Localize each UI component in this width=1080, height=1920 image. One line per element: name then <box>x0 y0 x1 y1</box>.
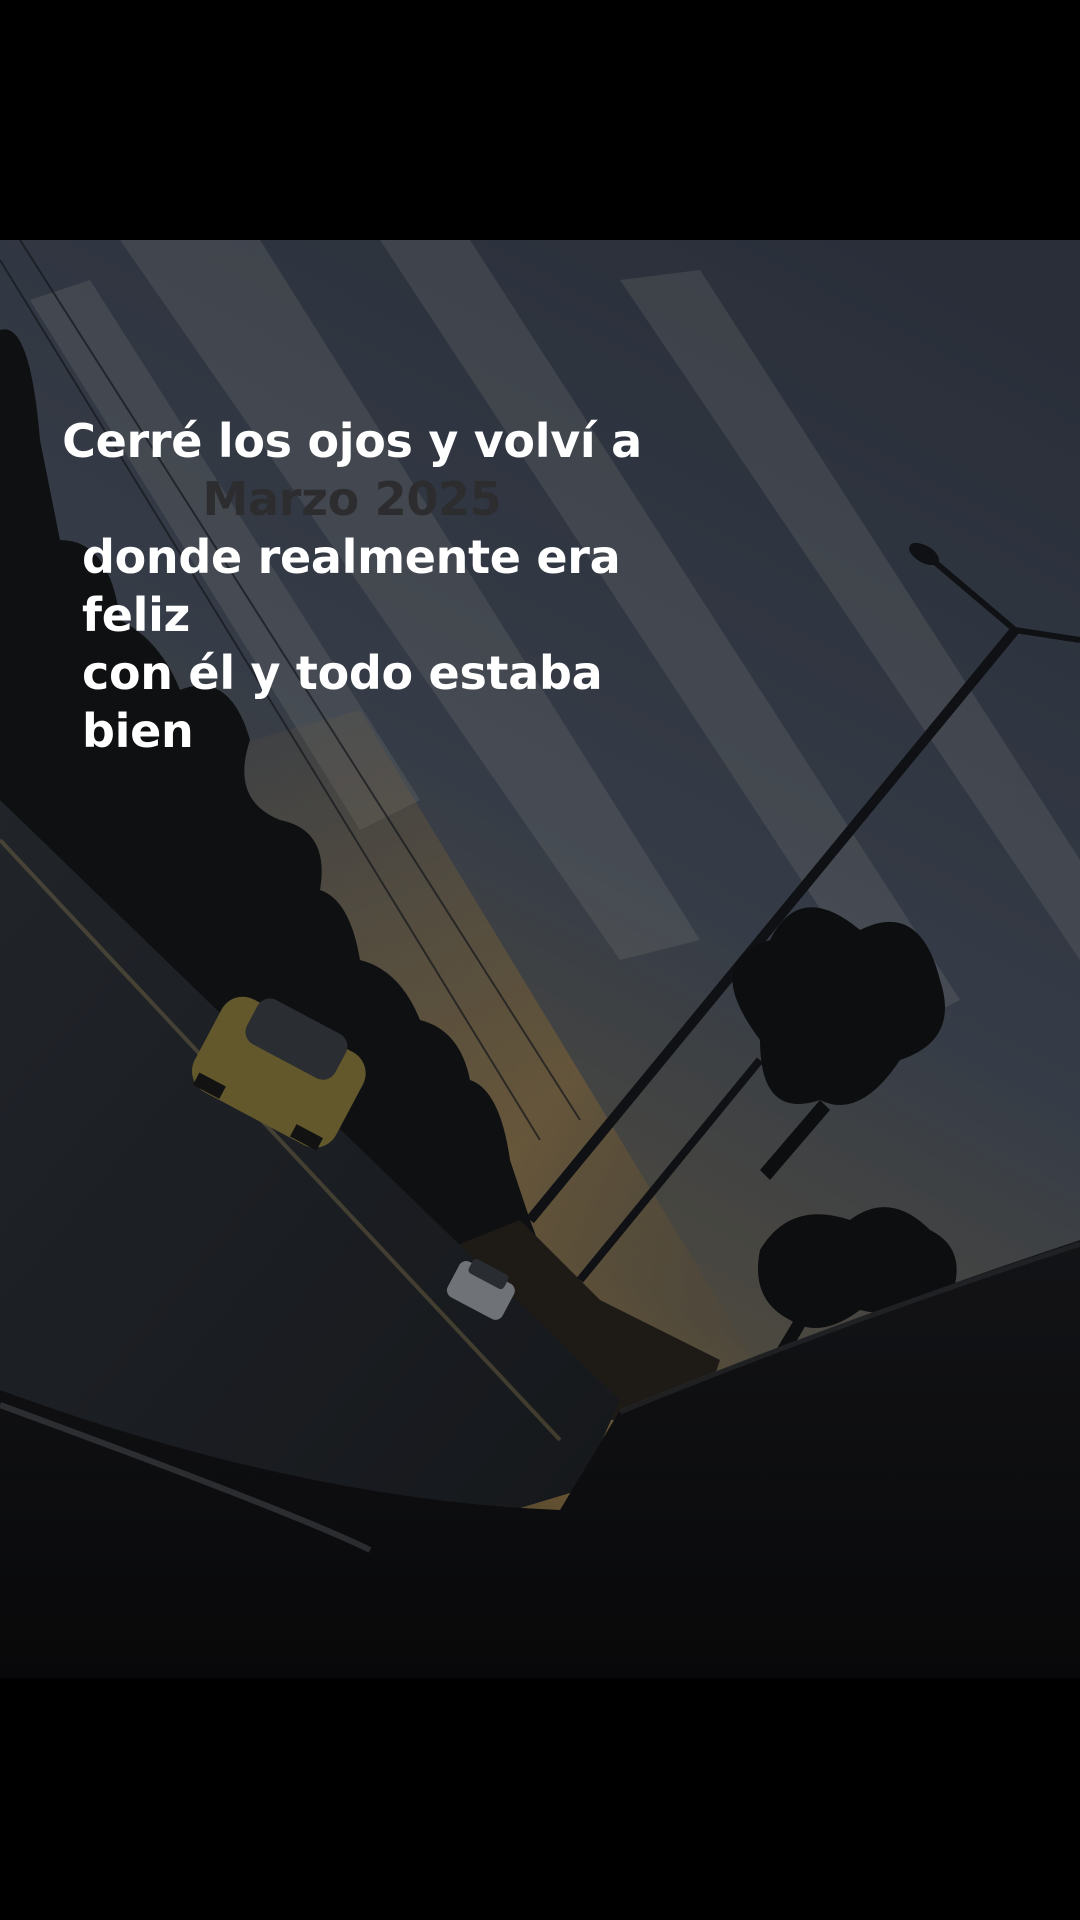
letterbox-bottom <box>0 1678 1080 1920</box>
caption-overlay: Cerré los ojos y volví a Marzo 2025 dond… <box>0 412 704 760</box>
caption-line-3: donde realmente era feliz <box>82 530 621 642</box>
letterbox-top <box>0 0 1080 240</box>
caption-line-1: Cerré los ojos y volví a <box>62 414 642 468</box>
caption-line-4: con él y todo estaba bien <box>82 646 603 758</box>
caption-date: Marzo 2025 <box>202 472 502 526</box>
video-frame: Cerré los ojos y volví a Marzo 2025 dond… <box>0 240 1080 1678</box>
